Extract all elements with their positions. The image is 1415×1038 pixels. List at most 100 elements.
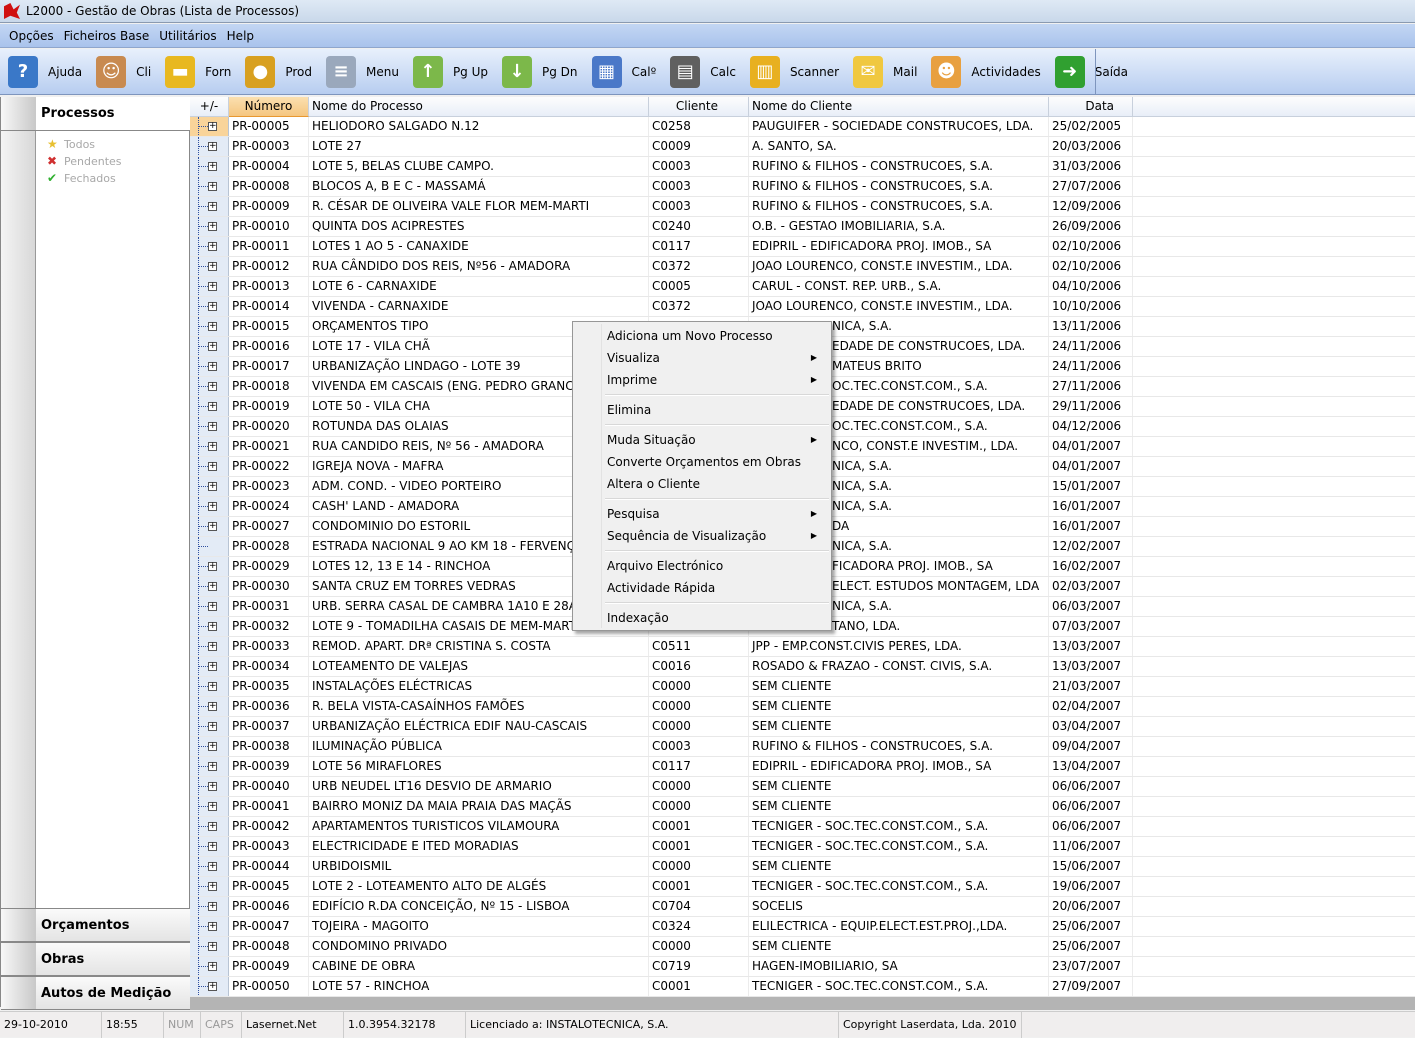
expand-plus-icon[interactable]: + [208, 942, 217, 951]
table-row[interactable]: + PR-00012 RUA CÂNDIDO DOS REIS, Nº56 - AM… [190, 257, 1415, 277]
expand-cell[interactable]: + [190, 437, 229, 456]
table-row[interactable]: + PR-00009 R. CÉSAR DE OLIVEIRA VALE FLOR … [190, 197, 1415, 217]
expand-cell[interactable]: + [190, 717, 229, 736]
toolbar-button-scanner[interactable]: ▥ Scanner [749, 52, 839, 92]
menu-item-imprime[interactable]: Imprime ▶ [607, 369, 827, 391]
section-obras[interactable]: Obras [1, 942, 190, 976]
table-row[interactable]: + PR-00011 LOTES 1 AO 5 - CANAXIDE C0117 EDI… [190, 237, 1415, 257]
expand-cell[interactable]: + [190, 817, 229, 836]
menu-item-altera-o-cliente[interactable]: Altera o Cliente [607, 473, 827, 495]
expand-plus-icon[interactable]: + [208, 422, 217, 431]
expand-plus-icon[interactable]: + [208, 282, 217, 291]
expand-cell[interactable]: + [190, 377, 229, 396]
expand-cell[interactable]: + [190, 797, 229, 816]
expand-plus-icon[interactable]: + [208, 982, 217, 991]
menu-item-pesquisa[interactable]: Pesquisa ▶ [607, 503, 827, 525]
expand-plus-icon[interactable]: + [208, 362, 217, 371]
expand-cell[interactable]: + [190, 417, 229, 436]
table-row[interactable]: + PR-00041 BAIRRO MONIZ DA MAIA PRAIA DAS … [190, 797, 1415, 817]
table-row[interactable]: + PR-00004 LOTE 5, BELAS CLUBE CAMPO. C0003… [190, 157, 1415, 177]
col-nome-cliente[interactable]: Nome do Cliente [749, 97, 1049, 117]
table-row[interactable]: + PR-00039 LOTE 56 MIRAFLORES C0117 EDIPRIL … [190, 757, 1415, 777]
expand-cell[interactable]: + [190, 837, 229, 856]
expand-plus-icon[interactable]: + [208, 502, 217, 511]
expand-cell[interactable]: + [190, 277, 229, 296]
expand-plus-icon[interactable]: + [208, 402, 217, 411]
expand-cell[interactable]: + [190, 737, 229, 756]
expand-plus-icon[interactable]: + [208, 522, 217, 531]
toolbar-button-ajuda[interactable]: ? Ajuda [8, 52, 82, 92]
expand-cell[interactable]: + [190, 657, 229, 676]
expand-plus-icon[interactable]: + [208, 862, 217, 871]
expand-cell[interactable]: + [190, 357, 229, 376]
expand-plus-icon[interactable]: + [208, 902, 217, 911]
expand-plus-icon[interactable]: + [208, 162, 217, 171]
expand-cell[interactable]: + [190, 557, 229, 576]
expand-plus-icon[interactable]: + [208, 882, 217, 891]
menu-item-visualiza[interactable]: Visualiza ▶ [607, 347, 827, 369]
expand-plus-icon[interactable]: + [208, 222, 217, 231]
toolbar-button-sa-da[interactable]: ➜ Saída [1054, 52, 1128, 92]
expand-plus-icon[interactable]: + [208, 922, 217, 931]
expand-plus-icon[interactable]: + [208, 322, 217, 331]
expand-plus-icon[interactable]: + [208, 642, 217, 651]
expand-cell[interactable]: + [190, 977, 229, 996]
toolbar-button-mail[interactable]: ✉ Mail [853, 52, 917, 92]
expand-cell[interactable]: + [190, 257, 229, 276]
table-row[interactable]: + PR-00003 LOTE 27 C0009 A. SANTO, SA. 20/03/… [190, 137, 1415, 157]
table-row[interactable]: + PR-00043 ELECTRICIDADE E ITED MORADIAS C0… [190, 837, 1415, 857]
expand-cell[interactable]: + [190, 757, 229, 776]
expand-cell[interactable]: + [190, 597, 229, 616]
table-row[interactable]: + PR-00048 CONDOMINO PRIVADO C0000 SEM CLIEN… [190, 937, 1415, 957]
table-row[interactable]: + PR-00037 URBANIZAÇÃO ELÉCTRICA EDIF NAU-… [190, 717, 1415, 737]
expand-cell[interactable]: + [190, 237, 229, 256]
expand-cell[interactable]: + [190, 637, 229, 656]
table-row[interactable]: + PR-00046 EDIFÍCIO R.DA CONCEIÇÃO, Nº 15 … [190, 897, 1415, 917]
expand-cell[interactable]: + [190, 497, 229, 516]
expand-cell[interactable]: + [190, 697, 229, 716]
expand-plus-icon[interactable]: + [208, 142, 217, 151]
expand-plus-icon[interactable]: + [208, 762, 217, 771]
col-cliente[interactable]: Cliente [649, 97, 749, 117]
expand-plus-icon[interactable]: + [208, 602, 217, 611]
menu-item-elimina[interactable]: Elimina [607, 399, 827, 421]
menu-utilitarios[interactable]: Utilitários [154, 29, 221, 43]
toolbar-button-forn[interactable]: ▬ Forn [165, 52, 231, 92]
expand-plus-icon[interactable]: + [208, 702, 217, 711]
expand-cell[interactable]: + [190, 897, 229, 916]
expand-cell[interactable]: + [190, 137, 229, 156]
expand-cell[interactable]: + [190, 297, 229, 316]
table-row[interactable]: + PR-00035 INSTALAÇÕES ELÉCTRICAS C0000 SEM … [190, 677, 1415, 697]
expand-plus-icon[interactable]: + [208, 582, 217, 591]
menu-item-sequencia-de-visualizacao[interactable]: Sequência de Visualização ▶ [607, 525, 827, 547]
menu-opcoes[interactable]: Opções [4, 29, 59, 43]
expand-cell[interactable]: + [190, 317, 229, 336]
col-data[interactable]: Data [1049, 97, 1133, 117]
expand-cell[interactable]: + [190, 157, 229, 176]
table-row[interactable]: + PR-00047 TOJEIRA - MAGOITO C0324 ELILECTRI… [190, 917, 1415, 937]
toolbar-button-cal-[interactable]: ▦ Calº [591, 52, 656, 92]
expand-plus-icon[interactable]: + [208, 742, 217, 751]
table-row[interactable]: + PR-00042 APARTAMENTOS TURISTICOS VILAMOU… [190, 817, 1415, 837]
table-row[interactable]: + PR-00045 LOTE 2 - LOTEAMENTO ALTO DE ALG… [190, 877, 1415, 897]
table-row[interactable]: + PR-00038 ILUMINAÇÃO PÚBLICA C0003 RUFINO &… [190, 737, 1415, 757]
expand-cell[interactable]: + [190, 457, 229, 476]
expand-plus-icon[interactable]: + [208, 782, 217, 791]
expand-cell[interactable]: + [190, 577, 229, 596]
expand-plus-icon[interactable]: + [208, 302, 217, 311]
toolbar-button-pg-up[interactable]: ↑ Pg Up [412, 52, 488, 92]
table-row[interactable]: + PR-00044 URBIDOISMIL C0000 SEM CLIENTE 15/0… [190, 857, 1415, 877]
expand-cell[interactable]: + [190, 397, 229, 416]
expand-plus-icon[interactable]: + [208, 822, 217, 831]
menu-item-muda-situacao[interactable]: Muda Situação ▶ [607, 429, 827, 451]
table-row[interactable]: + PR-00050 LOTE 57 - RINCHOA C0001 TECNIGER … [190, 977, 1415, 997]
col-expand[interactable]: +/- [190, 97, 229, 117]
toolbar-button-calc[interactable]: ▤ Calc [670, 52, 736, 92]
expand-plus-icon[interactable]: + [208, 342, 217, 351]
section-processos[interactable]: Processos [1, 97, 190, 131]
expand-plus-icon[interactable]: + [208, 482, 217, 491]
table-row[interactable]: + PR-00033 REMOD. APART. DRª CRISTINA S. C… [190, 637, 1415, 657]
table-row[interactable]: + PR-00010 QUINTA DOS ACIPRESTES C0240 O.B. … [190, 217, 1415, 237]
menu-item-adiciona-um-novo-processo[interactable]: Adiciona um Novo Processo [607, 325, 827, 347]
expand-cell[interactable]: + [190, 477, 229, 496]
